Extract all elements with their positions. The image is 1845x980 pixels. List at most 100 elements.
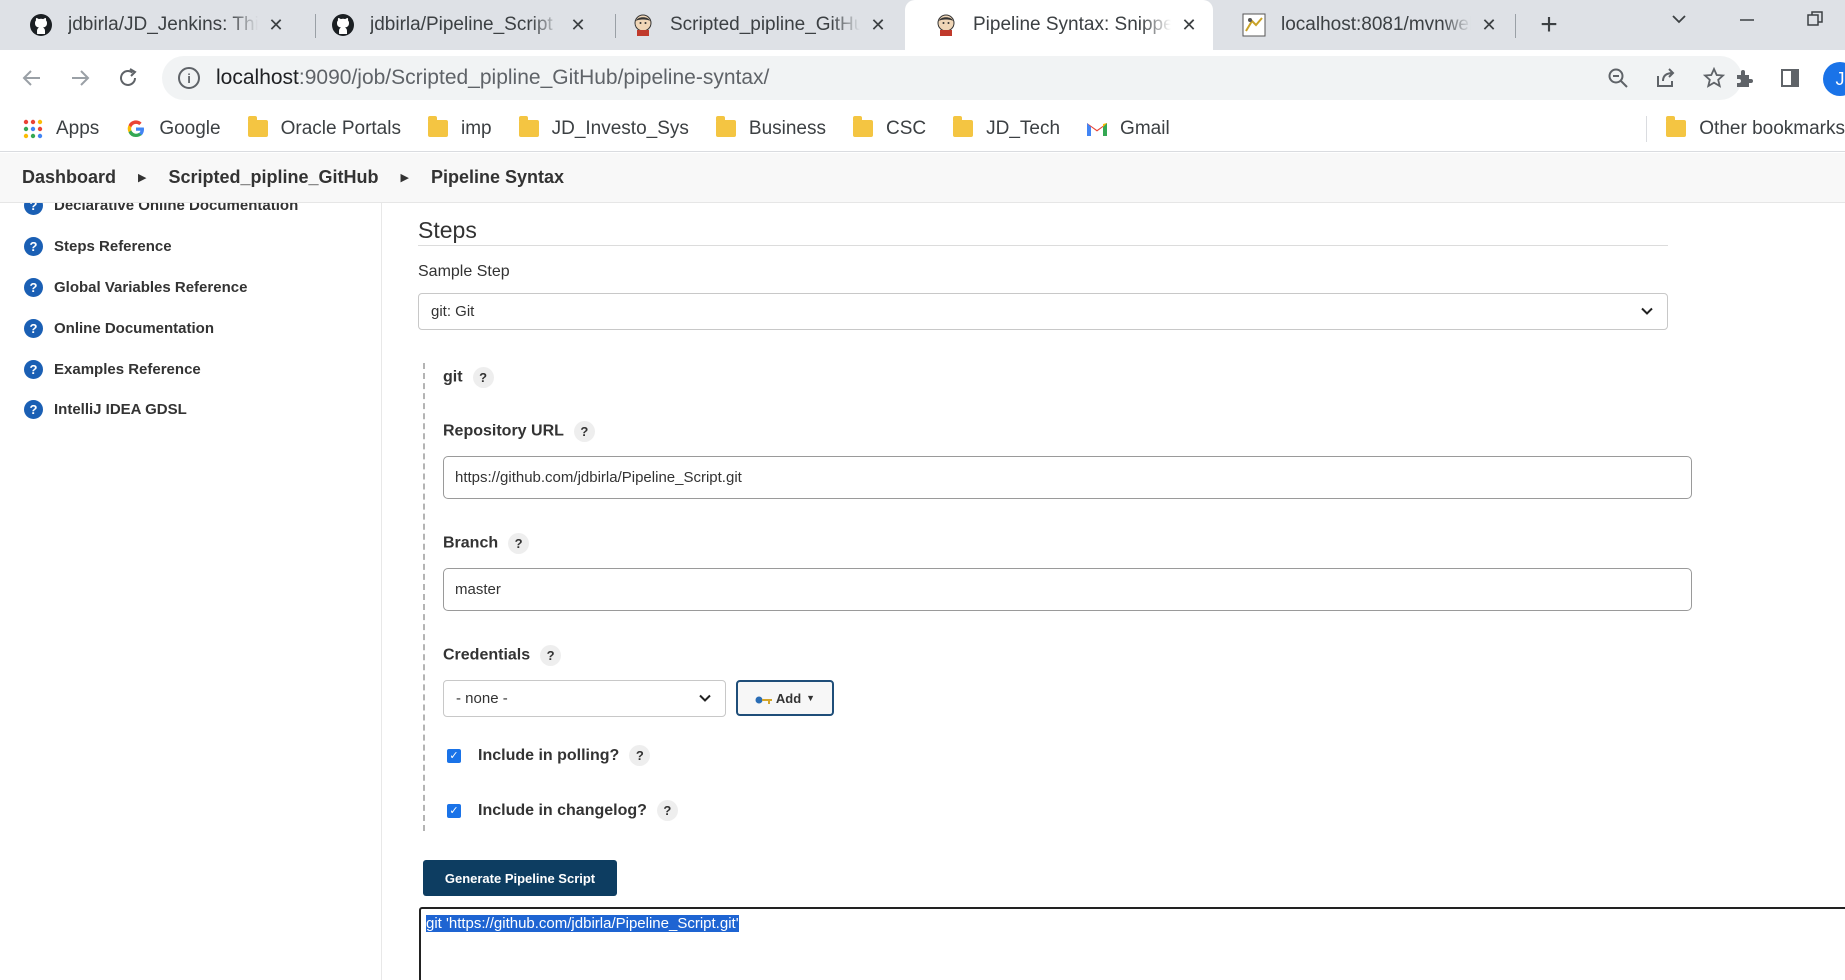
include-polling-checkbox[interactable]: ✓ xyxy=(447,748,461,763)
forward-icon[interactable] xyxy=(64,62,96,94)
sample-step-label: Sample Step xyxy=(418,263,510,280)
bookmark-apps[interactable]: Apps xyxy=(22,118,99,140)
bookmark-imp[interactable]: imp xyxy=(427,116,492,140)
help-icon[interactable]: ? xyxy=(629,745,651,766)
side-panel-icon[interactable] xyxy=(1774,62,1806,94)
tab-search-icon[interactable] xyxy=(1670,10,1688,34)
bookmark-label: JD_Investo_Sys xyxy=(551,117,689,139)
bookmark-label: Google xyxy=(159,117,221,139)
help-icon[interactable]: ? xyxy=(540,645,562,666)
sidebar-item-online-documentation[interactable]: ? Online Documentation xyxy=(24,319,214,338)
tab-title: localhost:8081/mvnwebapp xyxy=(1281,14,1471,35)
sidebar-item-examples-reference[interactable]: ? Examples Reference xyxy=(24,360,201,379)
zoom-icon[interactable] xyxy=(1604,64,1632,92)
help-icon[interactable]: ? xyxy=(508,533,530,554)
minimize-icon[interactable] xyxy=(1738,10,1756,34)
branch-input[interactable]: master xyxy=(443,568,1692,611)
tab-pipeline-script[interactable]: jdbirla/Pipeline_Script ✕ xyxy=(302,0,602,50)
folder-icon xyxy=(852,116,874,140)
sidebar-item-label: IntelliJ IDEA GDSL xyxy=(54,401,187,418)
help-icon: ? xyxy=(24,237,43,256)
help-icon[interactable]: ? xyxy=(573,421,595,442)
sample-step-select[interactable]: git: Git xyxy=(418,293,1668,330)
help-icon: ? xyxy=(24,400,43,419)
sidebar-item-global-variables[interactable]: ? Global Variables Reference xyxy=(24,278,247,297)
address-bar[interactable]: i localhost:9090/job/Scripted_pipline_Gi… xyxy=(162,56,1742,100)
bookmark-label: imp xyxy=(460,117,492,139)
chevron-right-icon[interactable]: ▶ xyxy=(138,171,146,184)
help-icon: ? xyxy=(24,319,43,338)
share-icon[interactable] xyxy=(1652,64,1680,92)
tab-jd-jenkins[interactable]: jdbirla/JD_Jenkins: This repo ✕ xyxy=(0,0,300,50)
repository-url-input[interactable]: https://github.com/jdbirla/Pipeline_Scri… xyxy=(443,456,1692,499)
tab-title: jdbirla/JD_Jenkins: This repo xyxy=(68,14,258,35)
help-icon: ? xyxy=(24,360,43,379)
bookmark-business[interactable]: Business xyxy=(715,116,826,140)
breadcrumb-pipeline-syntax[interactable]: Pipeline Syntax xyxy=(431,167,564,188)
close-icon[interactable]: ✕ xyxy=(568,15,588,35)
generated-script-textarea[interactable]: git 'https://github.com/jdbirla/Pipeline… xyxy=(419,907,1845,980)
bookmark-gmail[interactable]: Gmail xyxy=(1086,118,1170,140)
tomcat-icon xyxy=(1241,12,1267,38)
step-config-border xyxy=(423,363,425,831)
bookmark-oracle-portals[interactable]: Oracle Portals xyxy=(247,116,401,140)
close-icon[interactable]: ✕ xyxy=(1479,15,1499,35)
new-tab-button[interactable]: + xyxy=(1533,10,1565,42)
bookmark-star-icon[interactable] xyxy=(1700,64,1728,92)
github-icon xyxy=(28,12,54,38)
bookmark-label: Apps xyxy=(56,117,100,139)
apps-grid-icon xyxy=(22,118,44,140)
step-name-label: git? xyxy=(443,367,494,388)
main-content: Steps Sample Step git: Git git? Reposito… xyxy=(383,203,1845,980)
bookmark-google[interactable]: Google xyxy=(125,117,221,140)
bookmark-label: JD_Tech xyxy=(986,117,1061,139)
sidebar-item-declarative-docs[interactable]: ? Declarative Online Documentation xyxy=(24,203,298,215)
extensions-icon[interactable] xyxy=(1728,62,1760,94)
help-icon: ? xyxy=(24,278,43,297)
close-icon[interactable]: ✕ xyxy=(1179,15,1199,35)
site-info-icon[interactable]: i xyxy=(178,67,200,89)
github-icon xyxy=(330,12,356,38)
tab-title: jdbirla/Pipeline_Script xyxy=(370,14,553,35)
help-icon[interactable]: ? xyxy=(472,367,494,388)
breadcrumb-job[interactable]: Scripted_pipline_GitHub xyxy=(169,167,379,188)
google-icon xyxy=(125,118,147,140)
add-credentials-button[interactable]: Add ▼ xyxy=(736,680,834,716)
bookmark-jd-tech[interactable]: JD_Tech xyxy=(952,116,1061,140)
chevron-down-icon xyxy=(1639,303,1655,319)
bookmark-label: CSC xyxy=(886,117,927,139)
tab-title: Pipeline Syntax: Snippet Generator xyxy=(973,14,1171,35)
key-icon xyxy=(755,693,773,704)
restore-icon[interactable] xyxy=(1806,10,1824,34)
gmail-icon xyxy=(1086,118,1108,140)
bookmark-label: Oracle Portals xyxy=(280,117,401,139)
credentials-select[interactable]: - none - xyxy=(443,680,726,717)
section-divider xyxy=(418,245,1668,246)
help-icon[interactable]: ? xyxy=(656,800,678,821)
generate-pipeline-script-button[interactable]: Generate Pipeline Script xyxy=(423,860,617,896)
tab-pipeline-syntax[interactable]: Pipeline Syntax: Snippet Generator ✕ xyxy=(905,0,1213,50)
sidebar-item-steps-reference[interactable]: ? Steps Reference xyxy=(24,237,172,256)
tab-mvnwebapp[interactable]: localhost:8081/mvnwebapp ✕ xyxy=(1213,0,1513,50)
close-icon[interactable]: ✕ xyxy=(266,15,286,35)
breadcrumb-dashboard[interactable]: Dashboard xyxy=(22,167,116,188)
back-icon[interactable] xyxy=(16,62,48,94)
credentials-label: Credentials? xyxy=(443,645,562,666)
url-text[interactable]: localhost:9090/job/Scripted_pipline_GitH… xyxy=(216,66,769,90)
bookmark-csc[interactable]: CSC xyxy=(852,116,927,140)
include-changelog-checkbox[interactable]: ✓ xyxy=(447,803,461,818)
reload-icon[interactable] xyxy=(112,62,144,94)
sidebar-item-intellij-gdsl[interactable]: ? IntelliJ IDEA GDSL xyxy=(24,400,187,419)
bookmark-other[interactable]: Other bookmarks xyxy=(1665,116,1845,140)
chevron-right-icon[interactable]: ▶ xyxy=(401,171,409,184)
bookmark-label: Other bookmarks xyxy=(1699,117,1845,139)
bookmark-jd-investo-sys[interactable]: JD_Investo_Sys xyxy=(518,116,689,140)
jenkins-icon xyxy=(933,12,959,38)
include-changelog-row[interactable]: ✓ Include in changelog?? xyxy=(447,800,678,821)
include-polling-row[interactable]: ✓ Include in polling?? xyxy=(447,745,651,766)
close-icon[interactable]: ✕ xyxy=(868,15,888,35)
tab-scripted-pipline-config[interactable]: Scripted_pipline_GitHub Config ✕ xyxy=(602,0,902,50)
folder-icon xyxy=(518,116,540,140)
folder-icon xyxy=(1665,116,1687,140)
sidebar-item-label: Global Variables Reference xyxy=(54,279,248,296)
